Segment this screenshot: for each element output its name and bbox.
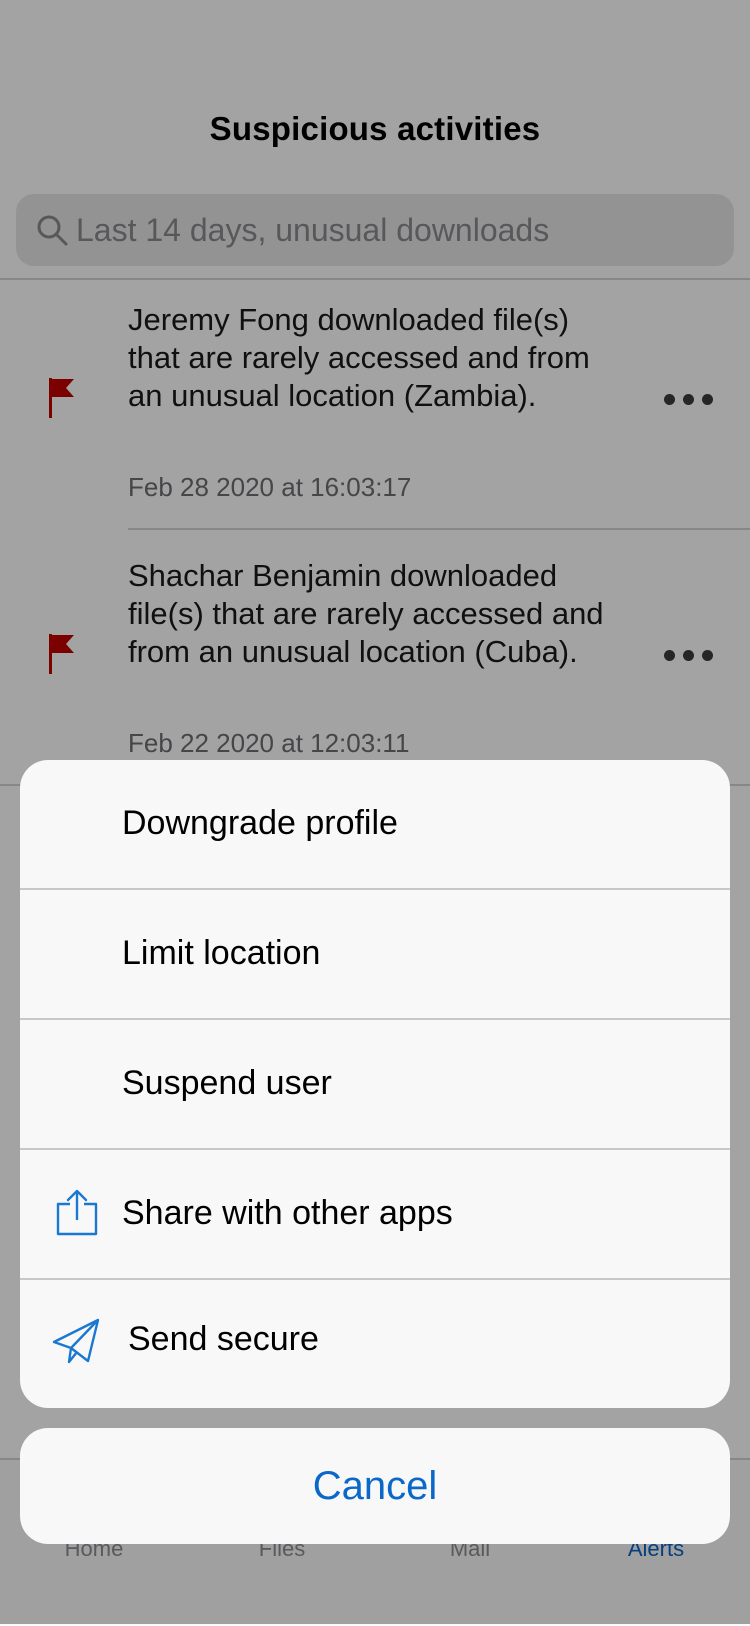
cancel-label: Cancel: [312, 1464, 438, 1508]
share-with-other-apps-button[interactable]: Share with other apps: [20, 1150, 730, 1278]
downgrade-profile-button[interactable]: Downgrade profile: [20, 760, 730, 888]
share-icon: [56, 1189, 98, 1236]
paper-plane-icon: [52, 1318, 100, 1364]
send-secure-button[interactable]: Send secure: [20, 1280, 730, 1408]
action-label: Suspend user: [122, 1064, 332, 1102]
action-label: Limit location: [122, 934, 321, 972]
action-sheet: Downgrade profile Limit location Suspend…: [20, 760, 730, 1408]
suspend-user-button[interactable]: Suspend user: [20, 1020, 730, 1148]
cancel-button[interactable]: Cancel: [20, 1428, 730, 1544]
limit-location-button[interactable]: Limit location: [20, 890, 730, 1018]
action-label: Share with other apps: [122, 1194, 453, 1232]
action-label: Downgrade profile: [122, 804, 398, 842]
action-label: Send secure: [128, 1320, 319, 1358]
